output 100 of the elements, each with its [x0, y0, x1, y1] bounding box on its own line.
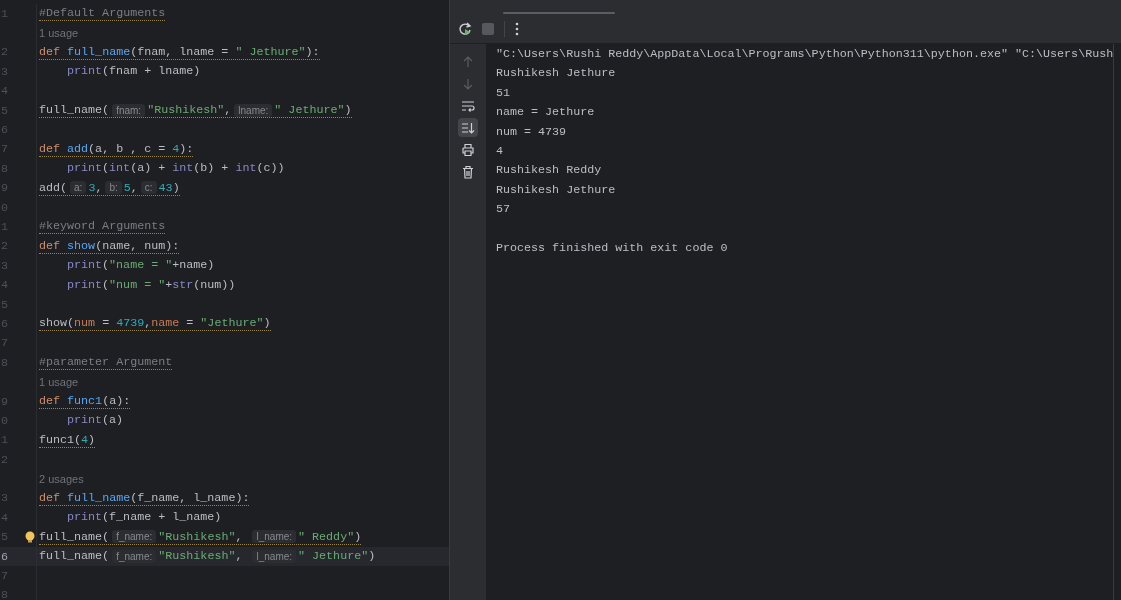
code-text: full_name( — [39, 529, 110, 544]
code-keyword: def — [39, 394, 61, 408]
string-literal: "name = " — [109, 258, 173, 273]
code-text: , — [95, 180, 103, 195]
console-output-line: 4 — [496, 142, 504, 160]
code-text: ) — [88, 432, 96, 447]
string-literal: "num = " — [109, 277, 166, 292]
code-keyword: def — [39, 238, 61, 253]
rerun-icon[interactable] — [458, 21, 472, 36]
console-output-line: num = 4739 — [496, 123, 568, 141]
parameter-hint: l_name: — [252, 530, 297, 544]
parameter-hint: a: — [70, 181, 87, 195]
code-text: ( — [102, 277, 110, 292]
code-text: (fnam, lname = — [130, 44, 230, 59]
code-comment: #Default Arguments — [39, 6, 166, 21]
string-literal: " Jethure" — [235, 44, 306, 59]
function-name: full_name — [66, 44, 131, 59]
code-text: (name, num): — [95, 238, 180, 253]
exit-message: Process finished with exit code 0 — [496, 239, 729, 257]
code-text: ( — [102, 258, 110, 273]
number-literal: 5 — [123, 180, 131, 195]
code-text: (b) + — [193, 161, 230, 176]
code-text: show( — [39, 316, 75, 331]
code-text: +name) — [172, 258, 215, 273]
builtin-name: str — [172, 277, 194, 292]
code-text: add( — [39, 180, 68, 195]
parameter-hint: c: — [140, 181, 157, 195]
code-text: (a) — [102, 413, 124, 428]
argument-name: name — [151, 316, 180, 331]
builtin-name: int — [109, 161, 131, 176]
number-literal: 4 — [81, 432, 89, 447]
number-literal: 4 — [172, 141, 180, 156]
code-comment: #parameter Argument — [39, 355, 173, 370]
code-text: (c)) — [256, 161, 285, 176]
code-text: (f_name, l_name): — [130, 490, 250, 505]
parameter-hint: fnam: — [112, 103, 146, 117]
parameter-hint: lname: — [234, 103, 273, 117]
usage-hint[interactable]: 1 usage — [39, 27, 79, 40]
usage-hint[interactable]: 2 usages — [39, 473, 84, 486]
function-name: add — [66, 141, 89, 156]
builtin-name: print — [67, 258, 103, 273]
code-text: = — [185, 316, 195, 331]
scroll-to-end-icon[interactable] — [458, 118, 478, 137]
string-literal: "Rushikesh" — [147, 103, 225, 118]
line-number: 6 — [1, 549, 8, 564]
code-text: ) — [263, 316, 271, 331]
code-text: ): — [179, 141, 194, 156]
console-output-line: Rushikesh Jethure — [496, 65, 617, 83]
string-literal: "Jethure" — [200, 316, 264, 331]
argument-name: num — [74, 316, 96, 331]
code-text: ): — [305, 44, 320, 59]
string-literal: "Rushikesh" — [158, 549, 236, 564]
builtin-name: print — [67, 64, 103, 79]
code-text: , — [130, 180, 138, 195]
function-name: func1 — [66, 394, 103, 408]
parameter-hint: l_name: — [252, 549, 297, 563]
console-output-line: 51 — [496, 84, 512, 102]
more-options-icon[interactable] — [515, 21, 519, 36]
code-text: (num)) — [193, 277, 236, 292]
string-literal: "Rushikesh" — [158, 529, 236, 544]
code-text: , — [144, 316, 152, 331]
builtin-name: print — [67, 510, 103, 525]
usage-hint[interactable]: 1 usage — [39, 376, 79, 389]
parameter-hint: b: — [105, 181, 122, 195]
string-literal: " Reddy" — [298, 529, 355, 544]
function-name: full_name — [66, 490, 131, 505]
code-text: ) — [172, 180, 180, 195]
builtin-name: int — [235, 161, 257, 176]
code-text: ) — [368, 549, 376, 564]
lightbulb-icon[interactable] — [25, 530, 35, 543]
number-literal: 4739 — [116, 316, 145, 331]
code-keyword: def — [39, 490, 61, 505]
console-output-line: "C:\Users\Rushi Reddy\AppData\Local\Programs\Python\Python311\python.exe" "C:\Users\Rush — [496, 46, 1113, 63]
number-literal: 43 — [158, 180, 173, 195]
code-text: = — [101, 316, 111, 331]
code-text: , — [235, 529, 244, 544]
code-text: (a) + — [130, 161, 167, 176]
code-text: , — [224, 103, 232, 118]
code-text: full_name( — [39, 103, 110, 118]
parameter-hint: f_name: — [112, 549, 157, 563]
code-text: (f_name + l_name) — [102, 510, 222, 525]
console-output-line: Rushikesh Reddy — [496, 162, 603, 180]
code-text: ) — [354, 529, 362, 544]
console-output-line: name = Jethure — [496, 104, 596, 122]
code-text: (a, b , c = — [88, 141, 167, 156]
string-literal: " Jethure" — [274, 103, 345, 118]
code-text: full_name( — [39, 549, 110, 564]
builtin-name: print — [67, 413, 103, 428]
code-text: ) — [344, 103, 352, 118]
console-output-line: Rushikesh Jethure — [496, 181, 617, 199]
code-comment: #keyword Arguments — [39, 219, 166, 234]
function-name: show — [66, 238, 96, 253]
code-text: func1( — [39, 432, 82, 447]
builtin-name: print — [67, 161, 103, 176]
code-text: ( — [102, 161, 110, 176]
builtin-name: int — [172, 161, 194, 176]
builtin-name: print — [67, 277, 103, 292]
number-literal: 3 — [88, 180, 96, 195]
string-literal: " Jethure" — [298, 549, 369, 564]
code-text: + — [165, 277, 173, 292]
